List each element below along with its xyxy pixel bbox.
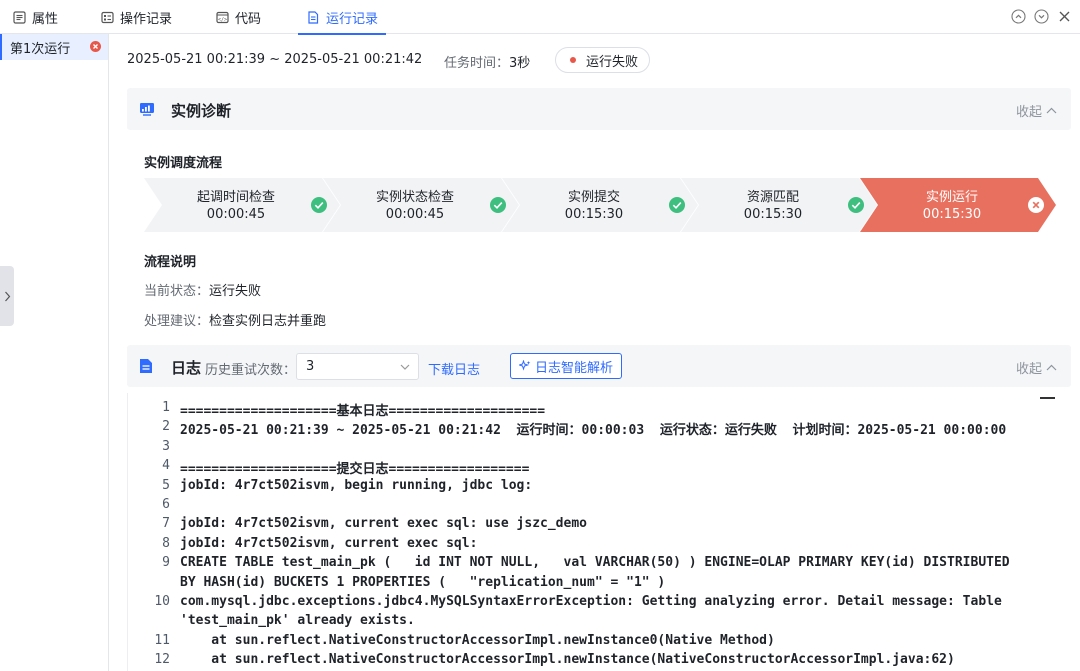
step-name: 实例状态检查 [375,190,454,205]
current-state-label: 当前状态： [144,284,210,299]
line-number: 9 [162,555,170,571]
monitor-icon [139,101,155,117]
flow-title: 实例调度流程 [144,156,223,171]
flow-step-1: 起调时间检查 00:00:45 [144,178,340,232]
run-item-label: 第1次运行 [10,41,71,57]
run-item-1[interactable]: 第1次运行 [0,34,108,60]
error-circle-icon [1028,197,1044,213]
tab-code[interactable]: </> 代码 [215,0,261,34]
line-text: jobId: 4r7ct502isvm, current exec sql: [180,535,478,551]
panel-tabbar: 属性 操作记录 </> 代码 运行记录 [0,0,1080,35]
svg-text:</>: </> [217,17,226,23]
task-time-value: 3秒 [509,56,531,71]
step-time: 00:15:30 [743,207,803,222]
line-number: 12 [154,652,170,668]
doc-icon [306,10,320,24]
step-time: 00:00:45 [385,207,445,222]
flow-step-3: 实例提交 00:15:30 [502,178,698,232]
line-number: 1 [162,400,170,415]
task-time-label: 任务时间： [444,56,510,71]
chevron-right-icon [4,291,10,301]
status-dot [570,57,576,63]
tab-label: 属性 [32,11,59,27]
line-number: 6 [162,497,170,512]
tab-properties[interactable]: 属性 [12,0,58,34]
log-viewer[interactable]: 1 ====================基本日志===============… [127,393,1071,671]
collapse-button[interactable]: 收起 [1016,358,1057,377]
record-icon [100,10,114,24]
flow-step-4: 资源匹配 00:15:30 [681,178,877,232]
chevron-up-icon [1046,364,1057,371]
section-title: 实例诊断 [171,102,232,120]
scrollbar-thumb[interactable] [1040,397,1055,399]
step-time: 00:15:30 [564,207,624,222]
line-text: at sun.reflect.NativeConstructorAccessor… [180,632,775,648]
line-text: 2025-05-21 00:21:39 ~ 2025-05-21 00:21:4… [180,423,1007,439]
section-title: 日志 [171,359,202,377]
line-number: 5 [162,477,170,493]
line-number: 4 [162,458,170,474]
run-list: 第1次运行 [0,34,109,671]
line-number: 3 [162,438,170,454]
tab-label: 代码 [235,11,262,27]
suggestion-value: 检查实例日志并重跑 [209,314,327,329]
tab-label: 操作记录 [120,11,173,27]
retry-count-value: 3 [306,359,315,374]
line-text: CREATE TABLE test_main_pk ( id INT NOT N… [180,555,1010,571]
line-number: 11 [154,632,170,648]
status-text: 运行失败 [586,54,639,70]
collapse-label: 收起 [1015,105,1042,120]
sparkle-icon [518,360,531,371]
code-icon: </> [215,10,229,24]
flow-step-5: 实例运行 00:15:30 [860,178,1056,232]
status-badge: 运行失败 [555,47,650,73]
line-text: jobId: 4r7ct502isvm, begin running, jdbc… [180,477,533,493]
step-time: 00:00:45 [206,207,266,222]
diagnosis-section-header: 实例诊断 收起 [127,88,1071,130]
download-log-link[interactable]: 下载日志 [428,359,480,378]
step-name: 实例运行 [925,190,978,205]
step-name: 实例提交 [567,190,620,205]
ai-log-analysis-button[interactable]: 日志智能解析 [510,353,622,379]
tab-run-records[interactable]: 运行记录 [297,0,387,35]
tab-label: 运行记录 [326,11,379,27]
current-state-value: 运行失败 [209,284,262,299]
up-icon[interactable] [1010,8,1026,24]
file-icon [139,358,155,374]
chevron-down-icon [400,364,410,370]
step-time: 00:15:30 [922,207,982,222]
retry-count-select[interactable]: 3 [296,353,419,380]
line-number: 8 [162,535,170,551]
list-icon [12,10,26,24]
schedule-flow: 起调时间检查 00:00:45 实例状态检查 00:00:45 实例提交 00:… [144,178,1056,232]
line-text: BY HASH(id) BUCKETS 1 PROPERTIES ( "repl… [180,574,666,590]
line-text: com.mysql.jdbc.exceptions.jdbc4.MySQLSyn… [180,594,1002,609]
chevron-up-icon [1046,107,1057,114]
flow-step-2: 实例状态检查 00:00:45 [323,178,519,232]
line-text: 'test_main_pk' already exists. [180,613,415,629]
line-number: 2 [162,419,170,435]
expand-sidebar-handle[interactable] [0,266,14,326]
line-text: at sun.reflect.NativeConstructorAccessor… [180,652,955,668]
line-text: jobId: 4r7ct502isvm, current exec sql: u… [180,516,587,532]
suggestion-label: 处理建议： [144,314,210,329]
ai-button-label: 日志智能解析 [534,360,613,376]
line-number: 7 [162,516,170,532]
down-icon[interactable] [1033,8,1049,24]
line-number: 10 [154,594,170,609]
close-icon[interactable] [1056,8,1072,24]
retry-count-label: 历史重试次数： [205,363,297,378]
collapse-label: 收起 [1015,362,1042,377]
error-icon [90,41,101,52]
line-text: ====================提交日志================… [180,462,530,478]
step-name: 起调时间检查 [196,190,275,205]
collapse-button[interactable]: 收起 [1016,101,1057,120]
flow-desc-title: 流程说明 [144,255,197,270]
run-time-range: 2025-05-21 00:21:39 ~ 2025-05-21 00:21:4… [127,52,423,67]
line-text: ====================基本日志================… [180,404,546,419]
tab-operation-log[interactable]: 操作记录 [100,0,172,34]
step-name: 资源匹配 [746,190,799,205]
